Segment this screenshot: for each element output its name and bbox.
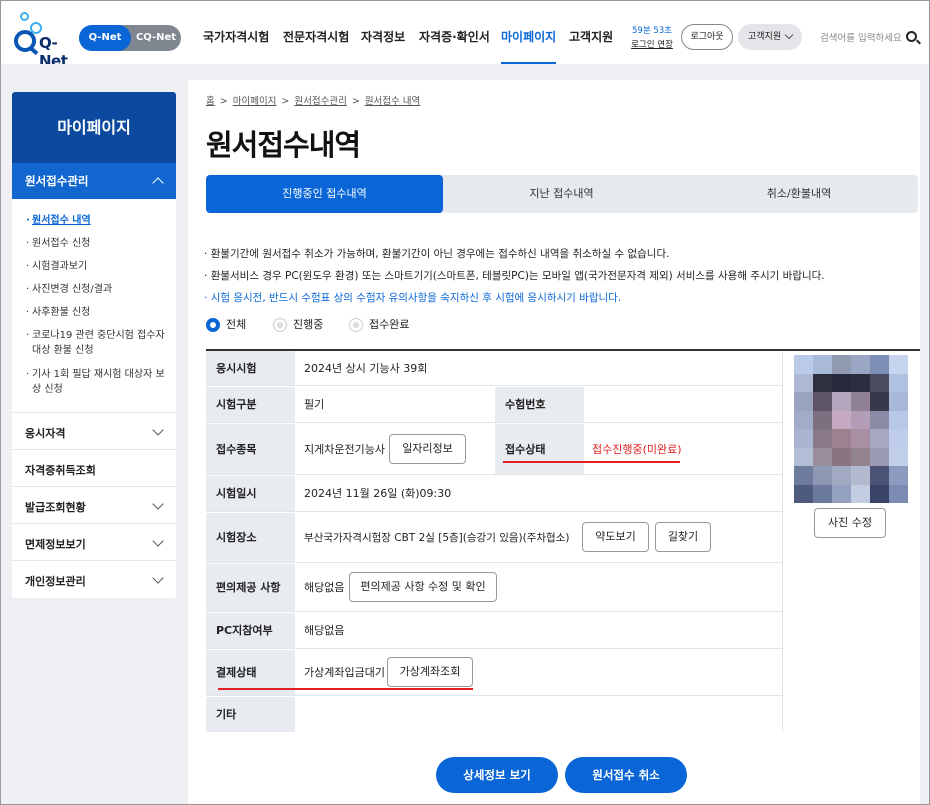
tab-in-progress[interactable]: 진행중인 접수내역: [206, 175, 443, 213]
filter-completed-radio[interactable]: 접수완료: [349, 317, 409, 333]
sidebar-item-application-history[interactable]: · 원서접수 내역: [26, 213, 172, 228]
qnet-logo[interactable]: Q-Net: [12, 12, 72, 70]
table-row: 응시시험 2024년 상시 기능사 39회: [206, 351, 782, 386]
type-value: 필기: [304, 398, 325, 411]
table-row: 시험구분 필기 수험번호: [206, 387, 782, 423]
table-row: 시험일시 2024년 11월 26일 (화)09:30: [206, 476, 782, 512]
sidebar-item-application-request[interactable]: · 원서접수 신청: [26, 236, 172, 251]
photo-edit-button[interactable]: 사진 수정: [814, 508, 886, 538]
cqnet-toggle[interactable]: CQ-Net: [131, 25, 181, 51]
table-row: 편의제공 사항 해당없음 편의제공 사항 수정 및 확인: [206, 564, 782, 612]
gnb-qualification-info[interactable]: 자격정보: [361, 0, 405, 64]
sidebar-group-exemption[interactable]: 면제정보보기: [25, 536, 86, 552]
application-table: 응시시험 2024년 상시 기능사 39회 시험구분 필기 수험번호 접수종목 …: [206, 349, 920, 732]
chevron-down-icon: [784, 30, 794, 40]
examno-label: 수험번호: [495, 387, 584, 422]
sidebar-item-covid-refund[interactable]: · 코로나19 관련 중단시험 접수자 대상 환불 신청: [26, 328, 172, 358]
sidebar-group-acquisition[interactable]: 자격증취득조회: [25, 462, 96, 478]
sidebar-item-retest-compensation[interactable]: · 기사 1회 필답 재시험 대상자 보상 신청: [26, 367, 172, 397]
conv-value: 해당없음: [304, 581, 345, 594]
gnb-mypage[interactable]: 마이페이지: [501, 0, 557, 64]
sidebar-title: 마이페이지: [12, 92, 176, 163]
gnb-professional-exam[interactable]: 전문자격시험: [283, 0, 349, 64]
place-label: 시험장소: [206, 513, 295, 562]
notice-item: · 시험 응시전, 반드시 수험표 상의 수험자 유의사항을 숙지하신 후 시험…: [204, 292, 622, 304]
table-row: 접수종목 지게차운전기능사 일자리정보 접수상태 접수진행중(미완료): [206, 424, 782, 475]
page-title: 원서접수내역: [206, 128, 361, 162]
cancel-application-button[interactable]: 원서접수 취소: [565, 757, 687, 793]
route-button[interactable]: 길찾기: [655, 522, 711, 552]
search-icon[interactable]: [906, 31, 917, 42]
breadcrumb-history[interactable]: 원서접수 내역: [365, 96, 420, 107]
map-button[interactable]: 약도보기: [582, 522, 649, 552]
tab-bar: 진행중인 접수내역 지난 접수내역 취소/환불내역: [206, 175, 918, 213]
sidebar-group-label: 원서접수관리: [25, 174, 89, 188]
conv-label: 편의제공 사항: [206, 564, 295, 611]
tab-past[interactable]: 지난 접수내역: [443, 175, 680, 213]
logout-button[interactable]: 로그아웃: [681, 24, 733, 50]
support-label: 고객지원: [748, 32, 782, 42]
type-label: 시험구분: [206, 387, 295, 422]
etc-label: 기타: [206, 697, 295, 732]
job-info-button[interactable]: 일자리정보: [389, 434, 466, 464]
chevron-down-icon: [152, 498, 164, 510]
field-value: 지게차운전기능사: [304, 443, 385, 456]
breadcrumb-home[interactable]: 홈: [206, 96, 215, 107]
support-dropdown[interactable]: 고객지원: [738, 24, 802, 50]
breadcrumb: 홈 > 마이페이지 > 원서접수관리 > 원서접수 내역: [206, 96, 421, 107]
field-label: 접수종목: [206, 424, 295, 474]
chevron-down-icon: [152, 572, 164, 584]
table-row: 기타: [206, 697, 782, 732]
login-extend-link[interactable]: 로그인 연장: [628, 38, 676, 52]
pay-underline: [218, 688, 473, 690]
header: Q-Net Q-Net CQ-Net 국가자격시험 전문자격시험 자격정보 자격…: [0, 0, 930, 70]
chevron-down-icon: [152, 535, 164, 547]
place-value: 부산국가자격시험장 CBT 2실 [5층](승강기 있음)(주차협소): [304, 532, 570, 544]
chevron-up-icon: [152, 177, 164, 189]
status-value: 접수진행중(미완료): [592, 443, 682, 456]
filter-all-radio[interactable]: 전체: [206, 317, 246, 333]
status-label: 접수상태: [495, 424, 584, 474]
sidebar-item-refund[interactable]: · 사후환불 신청: [26, 305, 172, 320]
date-label: 시험일시: [206, 476, 295, 511]
sidebar-item-exam-result[interactable]: · 시험결과보기: [26, 259, 172, 274]
sidebar-group-eligibility[interactable]: 응시자격: [25, 425, 65, 441]
conv-edit-button[interactable]: 편의제공 사항 수정 및 확인: [349, 572, 497, 602]
session-timer: 59분 53초 로그인 연장: [628, 24, 676, 52]
notice-item: · 환불서비스 경우 PC(윈도우 환경) 또는 스마트기기(스마트폰, 테블릿…: [204, 270, 825, 282]
exam-label: 응시시험: [206, 351, 295, 385]
filter-in-progress-radio[interactable]: 진행중: [273, 317, 323, 333]
tab-cancel-refund[interactable]: 취소/환불내역: [680, 175, 918, 213]
date-value: 2024년 11월 26일 (화)09:30: [304, 487, 452, 500]
gnb-support[interactable]: 고객지원: [569, 0, 613, 64]
status-underline: [503, 461, 680, 463]
sidebar-group-personal-info[interactable]: 개인정보관리: [25, 573, 86, 589]
site-switch[interactable]: Q-Net CQ-Net: [79, 25, 181, 51]
search-input[interactable]: 검색어를 입력하세요: [820, 30, 902, 44]
exam-value: 2024년 상시 기능사 39회: [304, 362, 428, 375]
qnet-toggle[interactable]: Q-Net: [79, 25, 131, 51]
table-row: PC지참여부 해당없음: [206, 613, 782, 649]
applicant-photo: [794, 355, 908, 503]
session-time: 59분 53초: [632, 26, 672, 36]
sidebar-item-photo-change[interactable]: · 사진변경 신청/결과: [26, 282, 172, 297]
notice-item: · 환불기간에 원서접수 취소가 가능하며, 환불기간이 아닌 경우에는 접수하…: [204, 248, 670, 260]
gnb-certificate[interactable]: 자격증·확인서: [419, 0, 490, 64]
pc-value: 해당없음: [304, 624, 345, 637]
pc-label: PC지참여부: [206, 613, 295, 648]
sidebar-group-issuance[interactable]: 발급조회현황: [25, 499, 86, 515]
detail-button[interactable]: 상세정보 보기: [436, 757, 558, 793]
photo-area: 사진 수정: [782, 351, 920, 732]
gnb-national-exam[interactable]: 국가자격시험: [203, 0, 269, 64]
sidebar: 마이페이지 원서접수관리 · 원서접수 내역 · 원서접수 신청 · 시험결과보기 ·…: [12, 92, 176, 598]
breadcrumb-application[interactable]: 원서접수관리: [294, 96, 346, 107]
sidebar-group-application[interactable]: 원서접수관리: [12, 163, 176, 199]
breadcrumb-mypage[interactable]: 마이페이지: [233, 96, 277, 107]
table-row: 시험장소 부산국가자격시험장 CBT 2실 [5층](승강기 있음)(주차협소)…: [206, 513, 782, 563]
chevron-down-icon: [152, 424, 164, 436]
table-row: 결제상태 가상계좌입금대기 가상계좌조회: [206, 650, 782, 696]
virtual-account-button[interactable]: 가상계좌조회: [387, 657, 473, 687]
